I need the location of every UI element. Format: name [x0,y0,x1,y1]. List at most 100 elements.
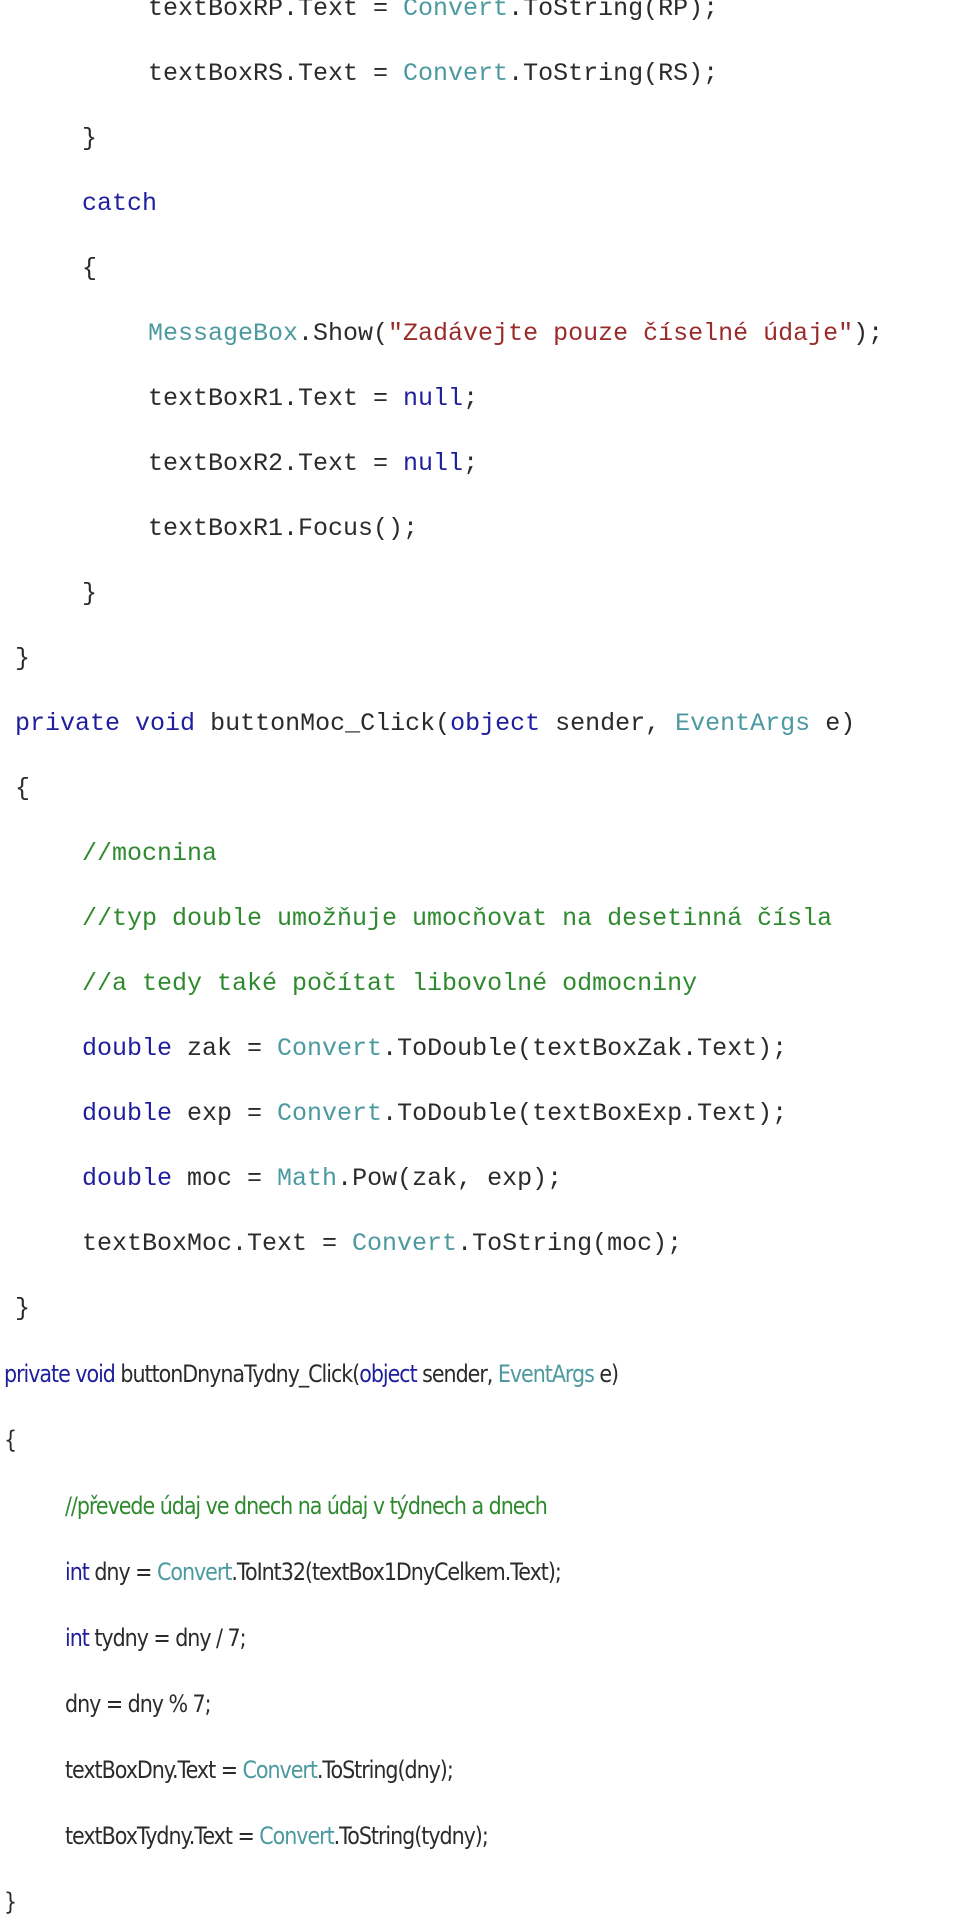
keyword-token: null [403,449,464,478]
code-token: e) [593,1360,619,1388]
type-token: Math [277,1164,338,1193]
code-token: } [82,579,98,608]
code-line: { [4,1425,17,1455]
keyword-token: null [403,384,464,413]
code-token: .ToInt32(textBox1DnyCelkem.Text); [231,1558,561,1586]
type-token: Convert [403,59,509,88]
code-token: ); [853,319,884,348]
code-line: int dny = Convert.ToInt32(textBox1DnyCel… [65,1557,562,1587]
code-token: .Pow(zak, exp); [337,1164,563,1193]
code-line: catch [82,189,157,219]
code-token: .ToString(RS); [508,59,719,88]
string-token: "Zadávejte pouze číselné údaje" [388,319,854,348]
code-line: } [82,579,97,609]
keyword-token: int [65,1558,90,1586]
code-line: textBoxRP.Text = Convert.ToString(RP); [148,0,718,24]
code-token: .ToDouble(textBoxExp.Text); [382,1099,788,1128]
code-line: } [15,1294,30,1324]
code-token: buttonDnynaTydny_Click( [114,1360,360,1388]
code-token: exp = [172,1099,278,1128]
code-token: ; [463,384,479,413]
code-token: } [4,1888,17,1916]
code-token: textBoxR1.Text = [148,384,404,413]
code-token: .ToString(RP); [508,0,719,23]
code-line: dny = dny % 7; [65,1689,212,1719]
code-line: textBoxR1.Focus(); [148,514,418,544]
code-token: textBoxRP.Text = [148,0,404,23]
code-line: textBoxR1.Text = null; [148,384,478,414]
keyword-token: double [82,1164,173,1193]
code-token: ; [463,449,479,478]
type-token: Convert [352,1229,458,1258]
code-token: { [82,254,98,283]
keyword-token: object [450,709,541,738]
type-token: Convert [156,1558,232,1586]
keyword-token: double [82,1099,173,1128]
code-token: e) [810,709,856,738]
code-token: textBoxRS.Text = [148,59,404,88]
code-token: dny = [88,1558,157,1586]
code-token: } [15,644,31,673]
keyword-token: double [82,1034,173,1063]
code-line: textBoxTydny.Text = Convert.ToString(tyd… [65,1821,489,1851]
code-token: } [82,124,98,153]
code-line: private void buttonMoc_Click(object send… [15,709,855,739]
code-token: textBoxTydny.Text = [65,1822,260,1850]
code-line: //převede údaj ve dnech na údaj v týdnec… [65,1491,548,1521]
type-token: EventArgs [497,1360,595,1388]
code-token: { [4,1426,17,1454]
keyword-token: private [15,709,121,738]
code-token: textBoxR2.Text = [148,449,404,478]
type-token: Convert [259,1822,334,1850]
code-line: int tydny = dny / 7; [65,1623,247,1653]
code-line: //mocnina [82,839,217,869]
type-token: Convert [242,1756,317,1784]
code-line: textBoxRS.Text = Convert.ToString(RS); [148,59,718,89]
code-token: zak = [172,1034,278,1063]
code-token: .ToString(moc); [457,1229,683,1258]
code-token: .ToDouble(textBoxZak.Text); [382,1034,788,1063]
code-line: private void buttonDnynaTydny_Click(obje… [4,1359,619,1389]
comment-token: //mocnina [82,839,218,868]
code-token: sender, [416,1360,498,1388]
code-line: textBoxR2.Text = null; [148,449,478,479]
keyword-token: private [4,1360,71,1388]
code-line: //typ double umožňuje umocňovat na deset… [82,904,832,934]
type-token: Convert [403,0,509,23]
code-token: textBoxR1.Focus(); [148,514,419,543]
code-token: sender, [540,709,676,738]
code-token: textBoxMoc.Text = [82,1229,353,1258]
code-line: { [82,254,97,284]
code-token: tydny = dny / 7; [88,1624,246,1652]
type-token: MessageBox [148,319,299,348]
keyword-token: object [359,1360,417,1388]
keyword-token: catch [82,189,158,218]
code-line: } [15,644,30,674]
code-line: double moc = Math.Pow(zak, exp); [82,1164,562,1194]
code-token: buttonMoc_Click( [195,709,451,738]
keyword-token: void [75,1360,116,1388]
code-token: } [15,1294,31,1323]
keyword-token: void [135,709,196,738]
code-token: textBoxDny.Text = [65,1756,243,1784]
code-token: dny = dny % 7; [65,1690,212,1718]
code-line: textBoxDny.Text = Convert.ToString(dny); [65,1755,454,1785]
type-token: Convert [277,1099,383,1128]
type-token: Convert [277,1034,383,1063]
code-token: .Show( [298,319,389,348]
code-token: { [15,774,31,803]
code-line: textBoxMoc.Text = Convert.ToString(moc); [82,1229,682,1259]
code-line: double exp = Convert.ToDouble(textBoxExp… [82,1099,787,1129]
code-line: double zak = Convert.ToDouble(textBoxZak… [82,1034,787,1064]
comment-token: //typ double umožňuje umocňovat na deset… [82,904,833,933]
code-line: //a tedy také počítat libovolné odmocnin… [82,969,697,999]
code-line: } [4,1887,17,1917]
code-token: moc = [172,1164,278,1193]
comment-token: //převede údaj ve dnech na údaj v týdnec… [65,1492,548,1520]
comment-token: //a tedy také počítat libovolné odmocnin… [82,969,698,998]
keyword-token: int [65,1624,90,1652]
code-line: } [82,124,97,154]
code-token: .ToString(dny); [316,1756,454,1784]
code-line: { [15,774,30,804]
